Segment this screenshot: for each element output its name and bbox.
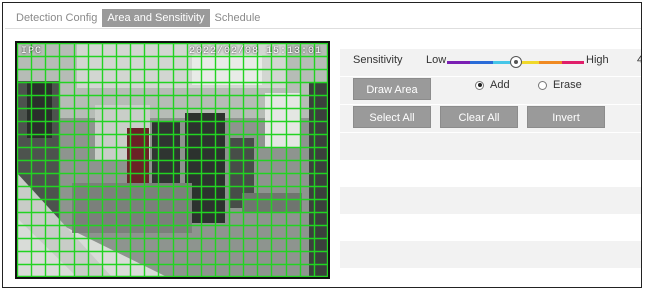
- sensitivity-slider-handle[interactable]: [509, 56, 522, 68]
- empty-row: [340, 241, 641, 268]
- tab-schedule[interactable]: Schedule: [210, 9, 266, 27]
- sensitivity-label: Sensitivity: [353, 54, 403, 66]
- sensitivity-scale-segment: [538, 61, 562, 64]
- tab-detection-config[interactable]: Detection Config: [11, 9, 102, 27]
- clear-all-button[interactable]: Clear All: [440, 106, 518, 128]
- sensitivity-high-label: High: [586, 54, 609, 66]
- mode-add-radio[interactable]: Add: [475, 79, 510, 91]
- sensitivity-scale-segment: [447, 61, 471, 64]
- empty-row: [340, 187, 641, 214]
- sensitivity-scale-segment: [469, 61, 494, 64]
- draw-area-button[interactable]: Draw Area: [353, 78, 431, 100]
- mode-erase-label: Erase: [553, 79, 582, 91]
- tab-divider: [5, 28, 641, 29]
- tab-bar: Detection Config Area and Sensitivity Sc…: [11, 9, 265, 27]
- radio-checked-icon: [475, 80, 484, 90]
- mode-add-label: Add: [490, 79, 510, 91]
- invert-button[interactable]: Invert: [527, 106, 605, 128]
- detection-grid[interactable]: [17, 43, 328, 277]
- video-preview[interactable]: IPC 2022/02/08 15:13:01: [15, 41, 330, 279]
- tab-area-and-sensitivity[interactable]: Area and Sensitivity: [102, 9, 210, 27]
- osd-camera-name: IPC: [21, 46, 43, 57]
- radio-unchecked-icon: [538, 80, 547, 90]
- settings-panel: Sensitivity Low High 4 Draw Area Add Era…: [340, 49, 641, 269]
- mode-erase-radio[interactable]: Erase: [538, 79, 582, 91]
- empty-row: [340, 133, 641, 160]
- sensitivity-scale-segment: [561, 61, 585, 64]
- sensitivity-low-label: Low: [426, 54, 447, 66]
- osd-timestamp: 2022/02/08 15:13:01: [188, 46, 322, 57]
- sensitivity-value: 4: [637, 54, 641, 66]
- select-all-button[interactable]: Select All: [353, 106, 431, 128]
- sensitivity-slider[interactable]: [447, 56, 585, 68]
- motion-detection-panel: Detection Config Area and Sensitivity Sc…: [2, 2, 642, 288]
